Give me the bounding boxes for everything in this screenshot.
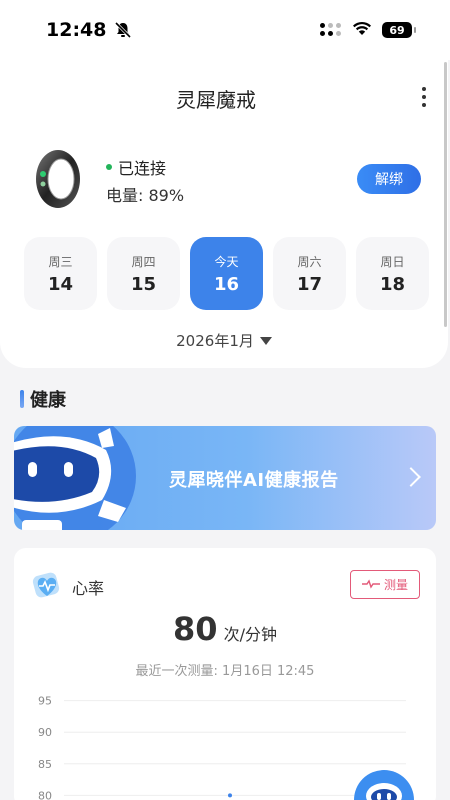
ai-banner-text: 灵犀晓伴AI健康报告 (169, 470, 339, 491)
battery-icon: 69 (382, 22, 416, 38)
robot-assistant-icon (366, 783, 402, 800)
more-menu-button[interactable] (420, 87, 428, 107)
day-weekday: 今天 (214, 254, 239, 269)
robot-mascot-icon (14, 426, 144, 530)
battery-value: 89% (148, 186, 185, 205)
measure-button[interactable]: 测量 (350, 570, 420, 599)
connection-status-text: 已连接 (118, 159, 167, 178)
page-title: 灵犀魔戒 (176, 88, 256, 112)
day-number: 17 (296, 273, 323, 295)
y-tick-label: 80 (38, 789, 52, 800)
heart-rate-card[interactable]: 心率 测量 80 次/分钟 最近一次测量: 1月16日 12:45 95 90 … (14, 548, 436, 800)
month-picker[interactable]: 2026年1月 (0, 330, 448, 351)
battery-label: 电量: (106, 186, 144, 205)
chevron-right-icon (401, 467, 421, 487)
heart-rate-value: 80 (173, 610, 218, 648)
ring-device-image (34, 148, 82, 210)
bell-off-icon (114, 21, 132, 39)
day-weekday: 周四 (131, 254, 156, 269)
heart-rate-reading: 80 次/分钟 (14, 610, 436, 648)
day-number: 15 (130, 273, 157, 295)
wifi-icon (352, 20, 372, 40)
y-tick-label: 95 (38, 695, 52, 708)
heart-rate-icon (30, 568, 64, 602)
health-section-header: 健康 (20, 386, 66, 412)
unbind-button[interactable]: 解绑 (357, 164, 421, 194)
heart-rate-unit: 次/分钟 (223, 625, 277, 644)
day-number: 14 (47, 273, 74, 295)
assistant-fab[interactable] (354, 770, 414, 800)
scrollbar[interactable] (444, 62, 447, 327)
day-weekday: 周日 (380, 254, 405, 269)
signal-icon (320, 23, 342, 37)
measure-label: 测量 (383, 578, 408, 592)
week-selector: 周三 14 周四 15 今天 16 周六 17 周日 18 (24, 237, 429, 310)
section-accent-bar (20, 390, 24, 408)
caret-down-icon (259, 336, 272, 345)
day-item[interactable]: 周四 15 (107, 237, 180, 310)
day-number: 16 (213, 273, 240, 295)
device-card: 灵犀魔戒 已连接 电量: 89% 解绑 周三 14 周四 15 今天 16 周六… (0, 60, 448, 368)
ai-health-report-banner[interactable]: 灵犀晓伴AI健康报告 (14, 426, 436, 530)
day-weekday: 周三 (48, 254, 73, 269)
connection-status: 已连接 (106, 155, 166, 179)
day-item[interactable]: 周日 18 (356, 237, 429, 310)
day-item[interactable]: 周六 17 (273, 237, 346, 310)
last-measure-time: 最近一次测量: 1月16日 12:45 (135, 664, 315, 679)
status-bar: 12:48 69 (0, 0, 450, 60)
y-tick-label: 90 (38, 726, 52, 739)
heart-rate-title: 心率 (72, 579, 105, 598)
month-label: 2026年1月 (176, 332, 254, 350)
day-item[interactable]: 周三 14 (24, 237, 97, 310)
day-item-today[interactable]: 今天 16 (190, 237, 263, 310)
status-time: 12:48 (46, 19, 107, 41)
day-weekday: 周六 (297, 254, 322, 269)
connected-dot-icon (106, 164, 112, 170)
section-title: 健康 (30, 390, 66, 411)
device-battery: 电量: 89% (106, 182, 184, 206)
data-point (228, 793, 232, 798)
day-number: 18 (379, 273, 406, 295)
y-tick-label: 85 (38, 758, 52, 771)
pulse-icon (361, 578, 380, 592)
